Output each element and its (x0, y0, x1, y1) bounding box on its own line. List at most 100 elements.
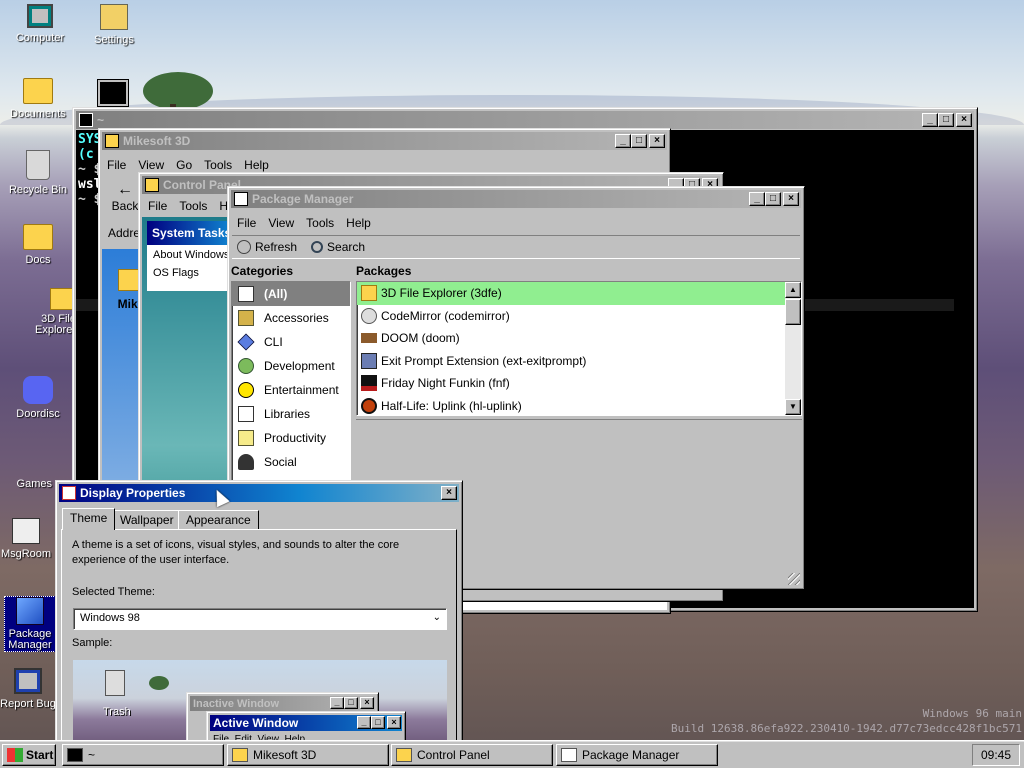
mikesoft-3d-titlebar[interactable]: Mikesoft 3D _ □ × (102, 132, 667, 150)
category-development[interactable]: Development (232, 354, 350, 378)
taskbar-item-control-panel[interactable]: Control Panel (391, 744, 553, 766)
category-social[interactable]: Social (232, 450, 350, 474)
package-item-exitprompt[interactable]: Exit Prompt Extension (ext-exitprompt) (357, 350, 801, 373)
package-item-doom[interactable]: DOOM (doom) (357, 327, 801, 350)
display-properties-window[interactable]: Display Properties × Theme Wallpaper App… (55, 480, 463, 746)
sample-label: Sample: (72, 637, 113, 649)
packages-header: Packages (356, 264, 412, 278)
close-button: × (387, 716, 401, 729)
sample-trash-label: Trash (103, 706, 131, 718)
desktop-icon-3d-file-explorer[interactable]: 3D File Explorer (20, 288, 76, 336)
display-properties-titlebar[interactable]: Display Properties × (59, 484, 459, 502)
close-button[interactable]: × (956, 113, 972, 127)
menu-tools[interactable]: Tools (306, 216, 334, 230)
category-entertainment[interactable]: Entertainment (232, 378, 350, 402)
close-button[interactable]: × (783, 192, 799, 206)
about-windows-link[interactable]: About Windows (147, 245, 231, 261)
desktop-icon-label: Package Manager (8, 628, 52, 651)
control-panel-icon (145, 178, 159, 192)
category-all[interactable]: (All) (232, 282, 350, 306)
terminal-titlebar[interactable]: ~ _ □ × (76, 111, 974, 129)
chevron-down-icon[interactable]: ⌄ (433, 612, 441, 623)
window-title: ~ (97, 113, 105, 127)
maximize-button[interactable]: □ (765, 192, 781, 206)
search-icon (311, 241, 324, 253)
refresh-button[interactable]: Refresh (237, 240, 297, 254)
close-button[interactable]: × (649, 134, 665, 148)
minimize-button[interactable]: _ (615, 134, 631, 148)
maximize-button[interactable]: □ (938, 113, 954, 127)
theme-sample-preview: Trash Inactive Window _ □ × Active Window … (73, 660, 447, 745)
menu-tools[interactable]: Tools (179, 199, 207, 213)
package-icon (16, 597, 44, 625)
package-manager-titlebar[interactable]: Package Manager _ □ × (231, 190, 801, 208)
category-label: (All) (264, 287, 288, 301)
desktop-icon-package-manager[interactable]: Package Manager (4, 596, 56, 652)
package-list-scrollbar[interactable]: ▲ ▼ (785, 282, 801, 415)
sample-active-titlebar: Active Window _ □ × (210, 715, 402, 731)
desktop-icon-label: Settings (94, 34, 134, 46)
control-panel-icon (396, 748, 412, 762)
desktop-icon-documents[interactable]: Documents (0, 78, 78, 120)
menu-go[interactable]: Go (176, 158, 192, 172)
minimize-button[interactable]: _ (922, 113, 938, 127)
package-item-3dfe[interactable]: 3D File Explorer (3dfe) (357, 282, 785, 305)
menu-help[interactable]: Help (346, 216, 371, 230)
clock[interactable]: 09:45 (981, 748, 1011, 762)
sample-inactive-titlebar: Inactive Window _ □ × (190, 696, 375, 711)
menu-view[interactable]: View (138, 158, 164, 172)
minimize-button: _ (357, 716, 371, 729)
os-flags-link[interactable]: OS Flags (147, 261, 231, 279)
category-accessories[interactable]: Accessories (232, 306, 350, 330)
menu-file[interactable]: File (148, 199, 167, 213)
scroll-down-button[interactable]: ▼ (785, 399, 801, 415)
scroll-up-button[interactable]: ▲ (785, 282, 801, 298)
desktop-icon-recycle-bin[interactable]: Recycle Bin (0, 150, 78, 196)
maximize-button[interactable]: □ (631, 134, 647, 148)
category-libraries[interactable]: Libraries (232, 402, 350, 426)
sample-active-title: Active Window (213, 716, 299, 730)
package-item-codemirror[interactable]: CodeMirror (codemirror) (357, 305, 801, 328)
desktop-icon-games[interactable]: Games (0, 448, 52, 490)
tab-theme[interactable]: Theme (62, 508, 116, 530)
packages-list[interactable]: 3D File Explorer (3dfe) CodeMirror (code… (356, 281, 802, 416)
all-icon (238, 286, 254, 302)
menu-tools[interactable]: Tools (204, 158, 232, 172)
taskbar-item-mikesoft-3d[interactable]: Mikesoft 3D (227, 744, 389, 766)
terminal-shortcut-icon[interactable] (97, 79, 129, 107)
category-productivity[interactable]: Productivity (232, 426, 350, 450)
package-item-hl-uplink[interactable]: Half-Life: Uplink (hl-uplink) (357, 395, 801, 416)
menu-view[interactable]: View (268, 216, 294, 230)
desktop-icon-label: Documents (10, 108, 66, 120)
resize-grip[interactable] (788, 573, 800, 585)
category-cli[interactable]: CLI (232, 330, 350, 354)
back-button[interactable]: ← Back (111, 181, 139, 213)
start-label: Start (26, 748, 54, 762)
desktop-icon-computer[interactable]: Computer (0, 4, 80, 44)
scroll-thumb[interactable] (785, 299, 801, 325)
desktop-icon-docs[interactable]: Docs (0, 224, 78, 266)
desktop-icon-doordisc[interactable]: Doordisc (0, 376, 78, 420)
close-button[interactable]: × (441, 486, 457, 500)
minimize-button[interactable]: _ (749, 192, 765, 206)
desktop-icon-report-bug[interactable]: Report Bug (0, 668, 60, 710)
package-item-fnf[interactable]: Friday Night Funkin (fnf) (357, 372, 801, 395)
start-button[interactable]: Start (2, 744, 56, 766)
tab-appearance[interactable]: Appearance (178, 510, 259, 529)
menu-file[interactable]: File (107, 158, 126, 172)
theme-select[interactable]: Windows 98 ⌄ (73, 608, 447, 630)
close-button: × (360, 697, 374, 709)
taskbar-item-package-manager[interactable]: Package Manager (556, 744, 718, 766)
menu-file[interactable]: File (237, 216, 256, 230)
search-button[interactable]: Search (311, 240, 365, 254)
taskbar-item-terminal[interactable]: ~ (62, 744, 224, 766)
package-icon (561, 748, 577, 762)
folder-icon (23, 78, 53, 104)
menu-help[interactable]: Help (244, 158, 269, 172)
desktop-icon-msgroom[interactable]: MsgRoom (0, 518, 58, 560)
desktop-icon-label: Doordisc (16, 408, 60, 420)
report-icon (14, 668, 42, 694)
tab-wallpaper[interactable]: Wallpaper (112, 510, 182, 529)
desktop-icon-settings[interactable]: Settings (74, 4, 154, 46)
libraries-icon (238, 406, 254, 422)
